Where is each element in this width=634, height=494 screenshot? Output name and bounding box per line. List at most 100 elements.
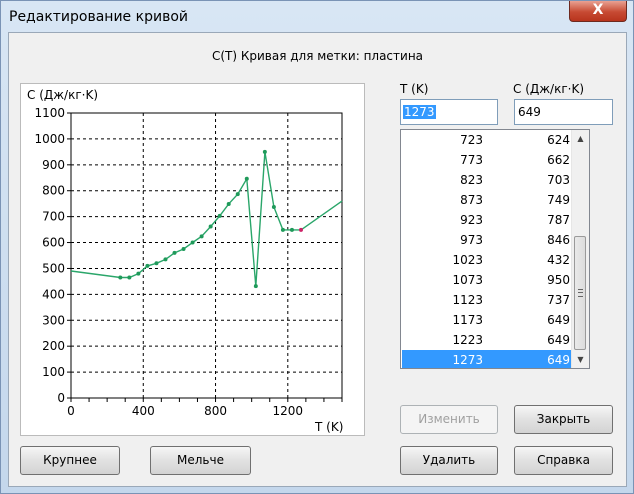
data-point [208, 224, 213, 229]
zoom-out-button[interactable]: Мельче [150, 446, 251, 475]
data-point [154, 261, 159, 266]
list-item-c: 950 [547, 273, 570, 287]
list-item[interactable]: 1273 649 [402, 350, 573, 368]
selected-data-point [298, 227, 303, 232]
close-window-button[interactable]: X [569, 1, 627, 22]
list-item-c: 649 [547, 333, 570, 347]
list-item[interactable]: 973 846 [402, 230, 573, 250]
list-item-t: 1223 [452, 333, 483, 347]
y-tick-label: 700 [42, 210, 65, 224]
y-tick-label: 1000 [34, 132, 65, 146]
list-item[interactable]: 1173 649 [402, 310, 573, 330]
chart-svg: C (Дж/кг·K) T (K) 0 100 200 300 400 500 600 700… [27, 88, 343, 434]
t-input-value: 1273 [403, 105, 436, 119]
list-item-t: 1273 [452, 353, 483, 367]
window-title: Редактирование кривой [9, 9, 188, 25]
list-scrollbar[interactable]: ▲ ▼ [571, 130, 589, 368]
data-point [280, 227, 285, 232]
dialog-client-area: C(T) Кривая для метки: пластина C (Дж/кг… [8, 32, 627, 487]
data-point [244, 176, 249, 181]
list-item-t: 773 [460, 153, 483, 167]
list-item-t: 1123 [452, 293, 483, 307]
list-item[interactable]: 823 703 [402, 170, 573, 190]
close-icon: X [592, 2, 604, 18]
zoom-in-button[interactable]: Крупнее [20, 446, 120, 475]
list-item-t: 923 [460, 213, 483, 227]
x-tick-label: 0 [67, 404, 75, 418]
plot-frame [70, 112, 343, 399]
c-input-value: 649 [518, 105, 541, 119]
list-item-c: 703 [547, 173, 570, 187]
chart-xlabel: T (K) [314, 420, 343, 434]
data-point [163, 257, 168, 262]
curve-chart[interactable]: C (Дж/кг·K) T (K) 0 100 200 300 400 500 600 700… [20, 83, 365, 436]
grip-icon [578, 289, 583, 297]
y-tick-label: 500 [42, 261, 65, 275]
list-item-t: 1173 [452, 313, 483, 327]
list-item[interactable]: 1123 737 [402, 290, 573, 310]
list-item-t: 1073 [452, 273, 483, 287]
data-point [172, 250, 177, 255]
y-tick-label: 100 [42, 365, 65, 379]
list-item[interactable]: 1073 950 [402, 270, 573, 290]
curve-heading: C(T) Кривая для метки: пластина [211, 49, 424, 63]
list-item[interactable]: 773 662 [402, 150, 573, 170]
data-point [235, 192, 240, 197]
y-tick-label: 800 [42, 184, 65, 198]
y-tick-label: 0 [57, 391, 65, 405]
c-input[interactable]: 649 [514, 99, 613, 125]
list-item-c: 787 [547, 213, 570, 227]
data-point [217, 213, 222, 218]
list-item-t: 723 [460, 133, 483, 147]
modify-button[interactable]: Изменить [400, 405, 498, 434]
curve-line [70, 151, 343, 287]
list-item[interactable]: 723 624 [402, 130, 573, 150]
list-item-c: 624 [547, 133, 570, 147]
delete-button[interactable]: Удалить [400, 446, 498, 475]
data-point [271, 205, 276, 210]
data-point [181, 247, 186, 252]
list-item-c: 662 [547, 153, 570, 167]
y-tick-label: 200 [42, 339, 65, 353]
list-item[interactable]: 873 749 [402, 190, 573, 210]
data-point [127, 275, 132, 280]
data-point [226, 201, 231, 206]
help-button[interactable]: Справка [514, 446, 613, 475]
x-tick-label: 1200 [273, 404, 304, 418]
data-point [145, 263, 150, 268]
list-item[interactable]: 1023 432 [402, 250, 573, 270]
list-item-c: 749 [547, 193, 570, 207]
list-item-c: 432 [547, 253, 570, 267]
list-item-t: 873 [460, 193, 483, 207]
data-point [289, 227, 294, 232]
list-item-c: 649 [547, 353, 570, 367]
t-label: T (K) [400, 82, 429, 96]
close-button[interactable]: Закрыть [514, 405, 613, 434]
c-label: C (Дж/кг·K) [513, 82, 585, 96]
x-tick-label: 400 [132, 404, 155, 418]
dialog-window: Редактирование кривой X C(T) Кривая для … [0, 0, 634, 494]
y-tick-label: 600 [42, 236, 65, 250]
scroll-thumb[interactable] [574, 236, 586, 350]
y-tick-label: 300 [42, 313, 65, 327]
list-item[interactable]: 923 787 [402, 210, 573, 230]
x-tick-label: 800 [204, 404, 227, 418]
points-list[interactable]: 723 624 773 662 823 703 873 749 923 787 973 846 1023… [400, 129, 590, 369]
scroll-up-icon[interactable]: ▲ [572, 130, 589, 147]
data-point [262, 149, 267, 154]
t-input[interactable]: 1273 [400, 99, 498, 125]
data-point [199, 234, 204, 239]
y-tick-label: 400 [42, 287, 65, 301]
list-item-c: 846 [547, 233, 570, 247]
data-point [253, 284, 258, 289]
list-item-t: 973 [460, 233, 483, 247]
list-item-c: 649 [547, 313, 570, 327]
list-item[interactable]: 1223 649 [402, 330, 573, 350]
y-tick-label: 900 [42, 158, 65, 172]
data-point [136, 271, 141, 276]
list-item-t: 823 [460, 173, 483, 187]
scroll-down-icon[interactable]: ▼ [572, 351, 589, 368]
data-point [190, 240, 195, 245]
list-item-t: 1023 [452, 253, 483, 267]
list-item-c: 737 [547, 293, 570, 307]
